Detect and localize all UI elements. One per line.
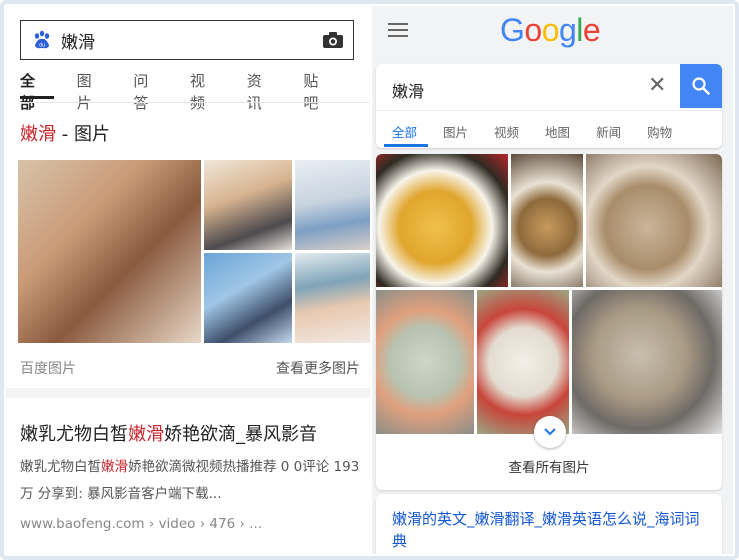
active-tab-indicator [384, 144, 428, 147]
image-section-title[interactable]: 嫩滑 - 图片 [20, 120, 110, 146]
google-tab-bar: 全部 图片 视频 地图 新闻 购物 [392, 122, 698, 141]
tab-news[interactable]: 资讯 [247, 70, 275, 114]
divider [20, 102, 370, 103]
baidu-paw-icon: du [34, 30, 50, 49]
section-separator [6, 388, 370, 398]
result-snippet: 嫩乳尤物白皙嫩滑娇艳欲滴微视频热播推荐 0 0评论 193万 分享到: 暴风影音… [20, 459, 360, 502]
photo-thumbnail[interactable] [376, 154, 508, 287]
photo-thumbnail[interactable] [572, 290, 722, 434]
photo-thumbnail[interactable] [204, 253, 292, 343]
tab-qa[interactable]: 问答 [133, 70, 161, 114]
result-title-link[interactable]: 嫩滑的英文_嫩滑翻译_嫩滑英语怎么说_海词词典 [392, 508, 710, 552]
tab-shopping[interactable]: 购物 [647, 122, 672, 141]
result-card: 嫩滑的英文_嫩滑翻译_嫩滑英语怎么说_海词词典 [376, 494, 722, 554]
tab-all[interactable]: 全部 [20, 70, 48, 114]
tab-video[interactable]: 视频 [494, 122, 519, 141]
photo-thumbnail[interactable] [295, 160, 370, 250]
google-image-pack: 查看所有图片 [376, 154, 722, 490]
camera-icon[interactable] [323, 32, 343, 48]
search-icon [692, 77, 710, 95]
divider [376, 110, 722, 111]
baidu-search-query[interactable]: 嫩滑 [61, 28, 95, 53]
clear-icon[interactable]: ✕ [648, 73, 666, 98]
result-title-link[interactable]: 嫩乳尤物白皙嫩滑娇艳欲滴_暴风影音 [20, 420, 317, 446]
baidu-search-box[interactable]: du 嫩滑 [20, 20, 354, 60]
active-tab-indicator [20, 96, 54, 99]
photo-thumbnail[interactable] [511, 154, 583, 287]
chevron-down-icon [544, 428, 556, 436]
baidu-tab-bar: 全部 图片 问答 视频 资讯 贴吧 [20, 70, 360, 114]
tab-all[interactable]: 全部 [392, 122, 417, 141]
tab-news[interactable]: 新闻 [596, 122, 621, 141]
google-panel: Google 嫩滑 ✕ 全部 图片 视频 地图 新闻 购物 查看所有图片 嫩滑的… [372, 6, 733, 554]
svg-text:du: du [39, 43, 45, 49]
tab-tieba[interactable]: 贴吧 [303, 70, 331, 114]
tab-video[interactable]: 视频 [190, 70, 218, 114]
tab-images[interactable]: 图片 [443, 122, 468, 141]
photo-thumbnail[interactable] [18, 160, 201, 343]
result-url: www.baofeng.com › video › 476 › ... [20, 516, 263, 532]
expand-button[interactable] [534, 416, 566, 448]
google-search-query[interactable]: 嫩滑 [392, 78, 424, 102]
view-all-images-link[interactable]: 查看所有图片 [376, 456, 722, 476]
search-button[interactable] [680, 64, 722, 108]
menu-icon[interactable] [388, 22, 408, 38]
more-images-link[interactable]: 查看更多图片 [276, 358, 360, 378]
google-logo[interactable]: Google [500, 12, 601, 49]
image-source-label: 百度图片 [20, 361, 76, 377]
google-search-card: 嫩滑 ✕ 全部 图片 视频 地图 新闻 购物 [376, 64, 722, 148]
photo-thumbnail[interactable] [477, 290, 569, 434]
photo-thumbnail[interactable] [204, 160, 292, 250]
photo-thumbnail[interactable] [376, 290, 474, 434]
photo-thumbnail[interactable] [586, 154, 722, 287]
baidu-panel: du 嫩滑 全部 图片 问答 视频 资讯 贴吧 嫩滑 - 图片 百度图片 查看更… [6, 6, 370, 554]
tab-maps[interactable]: 地图 [545, 122, 570, 141]
photo-thumbnail[interactable] [295, 253, 370, 343]
tab-images[interactable]: 图片 [77, 70, 105, 114]
